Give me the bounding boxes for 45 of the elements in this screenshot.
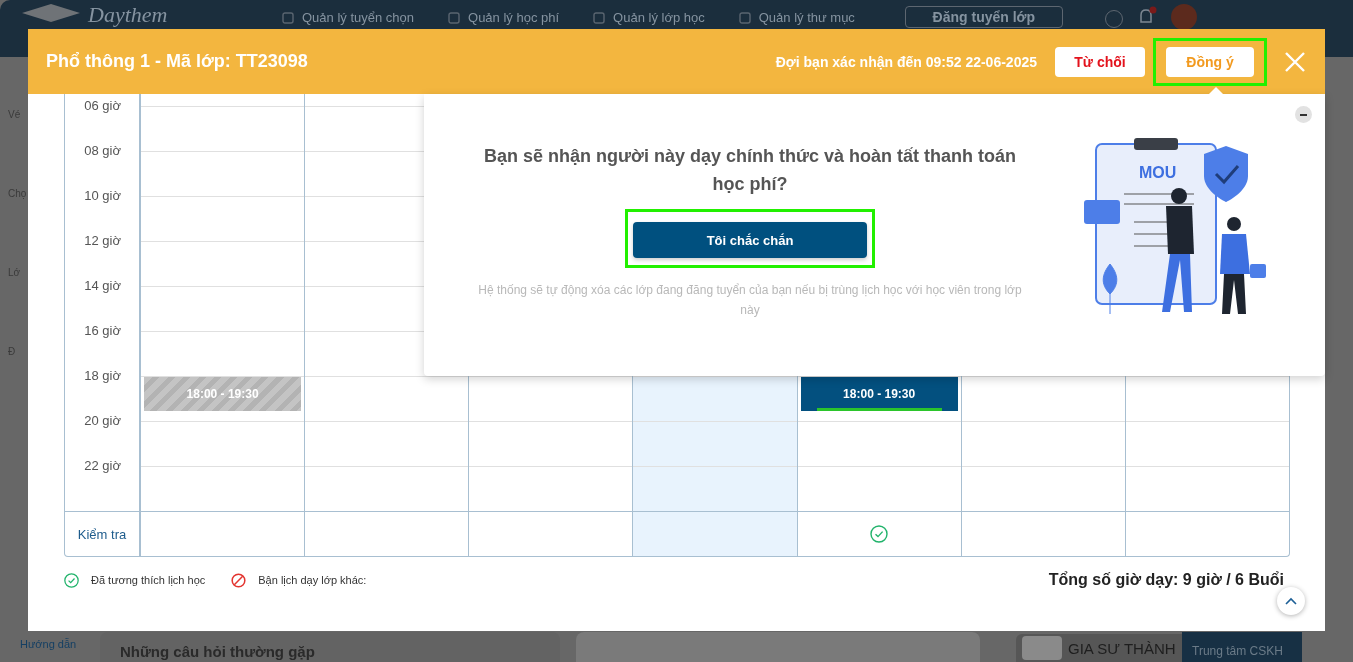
accept-button[interactable]: Đồng ý [1166,46,1254,77]
hour-label: 20 giờ [84,413,121,428]
chevron-up-icon [1285,597,1297,605]
confirm-button[interactable]: Tôi chắc chắn [633,222,867,258]
nav-link[interactable]: Quản lý lớp học [593,10,705,25]
post-class-button[interactable]: Đăng tuyển lớp [904,6,1063,28]
reject-button[interactable]: Từ chối [1055,46,1145,77]
nav-link[interactable]: Quản lý tuyển chọn [282,10,415,25]
hour-label: 22 giờ [84,458,121,473]
prohibited-icon [231,572,247,588]
avatar[interactable] [1170,4,1197,30]
check-icon [870,525,889,543]
menu-item-icon [738,11,751,24]
nav-link[interactable]: Quản lý thư mục [738,10,855,25]
confirm-question: Bạn sẽ nhận người này dạy chính thức và hoàn tất thanh toán học phí? [483,145,1017,196]
hour-label: 12 giờ [84,233,121,248]
banner[interactable]: GIA SƯ THÀNH [1016,634,1182,662]
logo-text[interactable]: Daythem [88,4,168,26]
check-icon [64,572,79,588]
menu-item-icon [282,11,294,24]
total-hours: Tổng số giờ dạy: 9 giờ / 6 Buổi [1048,571,1284,589]
hour-label: 16 giờ [84,323,121,338]
support-panel[interactable]: Trung tâm CSKH [1182,632,1302,662]
hour-label: 18 giờ [84,368,121,383]
hour-label: 14 giờ [84,278,121,293]
legend-label: Đã tương thích lịch học [91,574,206,586]
banner-text: GIA SƯ THÀNH [1068,639,1176,657]
hour-label: 10 giờ [84,188,121,203]
hour-label: 08 giờ [84,143,121,158]
legend-label: Bận lịch dạy lớp khác: [258,574,367,586]
confirm-note: Hệ thống sẽ tự động xóa các lớp đang đăng tuyển của bạn nếu bị trùng lịch học với học viên trong lớp này [477,282,1023,319]
contract-label: MOU [1139,164,1177,181]
support-label: Trung tâm CSKH [1192,644,1283,658]
faq-heading: Những câu hỏi thường gặp [120,643,315,660]
modal-title: Phổ thông 1 - Mã lớp: TT23098 [46,51,309,72]
busy-slot: 18:00 - 19:30 [144,377,302,411]
collapse-button[interactable] [1295,106,1312,123]
menu-item-icon [593,11,606,24]
hour-label: 06 giờ [84,98,121,113]
nav-link[interactable]: Quản lý học phí [448,10,560,25]
deadline-text: Đợi bạn xác nhận đến 09:52 22-06-2025 [775,53,1037,70]
class-slot[interactable]: 18:00 - 19:30 [800,377,958,411]
menu-item-icon [448,11,461,24]
row-label: Kiểm tra [77,526,127,542]
scroll-up-button[interactable] [1277,587,1305,615]
